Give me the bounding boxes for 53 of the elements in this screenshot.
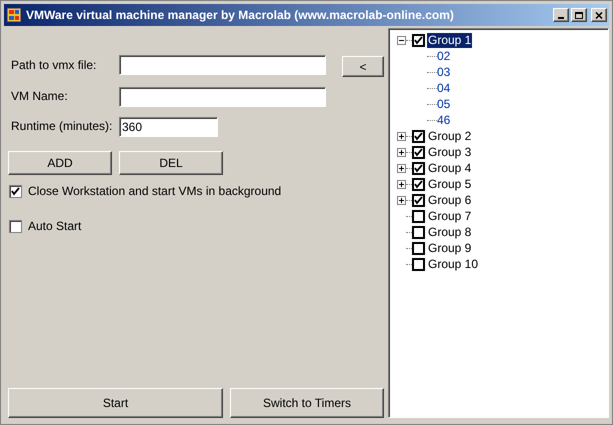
expand-icon[interactable] <box>397 132 406 140</box>
window-title: VMWare virtual machine manager by Macrolab (www.macrolab-online.com) <box>26 7 454 24</box>
collapse-icon[interactable] <box>397 36 406 44</box>
checkbox[interactable] <box>412 194 425 206</box>
del-button[interactable]: DEL <box>119 151 223 175</box>
checkbox[interactable] <box>9 220 22 232</box>
checkbox[interactable] <box>412 130 425 142</box>
checkbox[interactable] <box>9 184 22 198</box>
name-label: VM Name: <box>11 88 69 105</box>
timers-button[interactable]: Switch to Timers <box>230 388 384 418</box>
maximize-button[interactable] <box>571 8 587 22</box>
expand-icon[interactable] <box>397 148 406 156</box>
tree-item[interactable]: Group 10 <box>427 256 480 272</box>
tree-item[interactable]: Group 2 <box>427 128 472 144</box>
tree-item[interactable]: Group 7 <box>427 208 472 224</box>
option-label: Auto Start <box>28 218 82 235</box>
checkbox[interactable] <box>412 226 425 238</box>
checkbox[interactable] <box>412 146 425 158</box>
checkbox[interactable] <box>412 210 425 222</box>
path-label: Path to vmx file: <box>11 57 98 74</box>
tree-item[interactable]: Group 8 <box>427 224 472 240</box>
tree-item[interactable]: 04 <box>437 79 450 97</box>
runtime-label: Runtime (minutes): <box>11 118 114 135</box>
close-icon <box>595 12 603 18</box>
runtime-field[interactable]: 360 <box>119 117 218 137</box>
tree-item[interactable]: 46 <box>437 111 450 129</box>
browse-button[interactable]: < <box>342 56 384 77</box>
tree-item[interactable]: Group 1 <box>427 32 472 48</box>
add-button[interactable]: ADD <box>8 151 112 175</box>
start-button[interactable]: Start <box>8 388 223 418</box>
option-label: Close Workstation and start VMs in background <box>28 183 282 200</box>
maximize-icon <box>575 12 583 18</box>
tree-item[interactable]: 03 <box>437 63 450 81</box>
checkbox[interactable] <box>412 162 425 174</box>
path-field[interactable] <box>119 55 326 75</box>
expand-icon[interactable] <box>397 180 406 188</box>
checkbox[interactable] <box>412 178 425 190</box>
name-field[interactable] <box>119 87 326 107</box>
checkbox[interactable] <box>412 242 425 254</box>
tree-item[interactable]: 02 <box>437 47 450 65</box>
expand-icon[interactable] <box>397 164 406 172</box>
expand-icon[interactable] <box>397 196 406 204</box>
checkbox[interactable] <box>412 258 425 270</box>
minimize-button[interactable] <box>553 8 569 22</box>
tree-item[interactable]: 05 <box>437 95 450 113</box>
tree-item[interactable]: Group 9 <box>427 240 472 256</box>
checkbox[interactable] <box>412 34 425 46</box>
app-icon <box>6 7 22 23</box>
tree-item[interactable]: Group 4 <box>427 160 472 176</box>
close-button[interactable] <box>591 8 607 22</box>
tree-item[interactable]: Group 6 <box>427 192 472 208</box>
tree-item[interactable]: Group 3 <box>427 144 472 160</box>
tree-item[interactable]: Group 5 <box>427 176 472 192</box>
